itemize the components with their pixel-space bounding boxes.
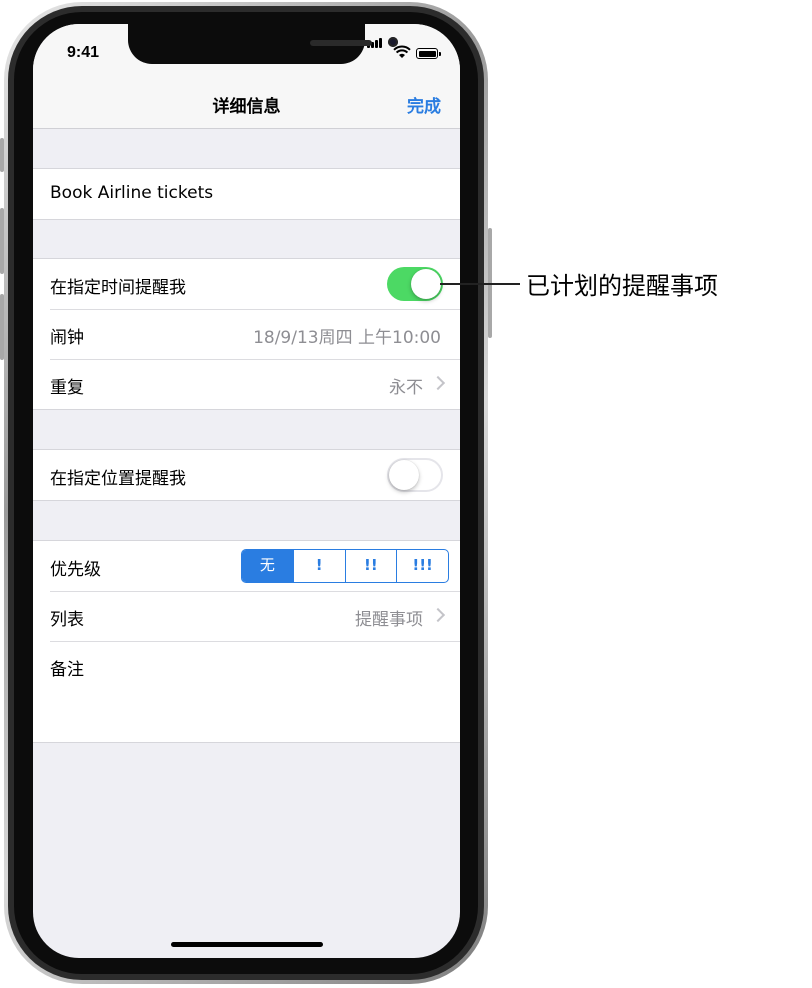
priority-option-medium[interactable]: !!	[344, 550, 397, 582]
alarm-label: 闹钟	[50, 328, 84, 348]
list-row[interactable]: 列表 提醒事项	[33, 591, 460, 641]
speaker-grille	[310, 40, 372, 46]
toggle-knob	[411, 269, 441, 299]
priority-row: 优先级 无 ! !! !!!	[33, 541, 460, 591]
volume-up-button	[0, 208, 4, 274]
repeat-value: 永不	[389, 378, 423, 398]
list-label: 列表	[50, 610, 84, 630]
remind-location-label: 在指定位置提醒我	[50, 469, 186, 489]
notch	[128, 24, 398, 64]
task-title-field[interactable]: Book Airline tickets	[50, 183, 213, 203]
wifi-icon	[393, 45, 411, 58]
battery-icon	[416, 48, 441, 59]
done-button[interactable]: 完成	[407, 92, 441, 117]
home-indicator[interactable]	[171, 942, 323, 947]
remind-time-label: 在指定时间提醒我	[50, 278, 186, 298]
priority-option-none[interactable]: 无	[242, 550, 293, 582]
status-bar: 9:41	[33, 24, 460, 84]
notes-row[interactable]: 备注	[33, 641, 460, 742]
priority-segmented-control[interactable]: 无 ! !! !!!	[241, 549, 449, 583]
notes-label[interactable]: 备注	[50, 655, 84, 680]
front-camera	[388, 37, 398, 47]
remind-time-row: 在指定时间提醒我	[33, 259, 460, 309]
callout-line	[440, 283, 520, 285]
list-value: 提醒事项	[355, 610, 423, 630]
page-title: 详细信息	[212, 97, 281, 117]
location-reminder-group: 在指定位置提醒我	[33, 449, 460, 501]
chevron-right-icon	[430, 607, 446, 623]
phone-screen: 9:41 详细信息 完成 Book Airline tickets 在指定时间提	[33, 24, 460, 958]
task-title-row[interactable]: Book Airline tickets	[33, 169, 460, 219]
volume-down-button	[0, 294, 4, 360]
side-button	[0, 138, 4, 172]
remind-time-toggle[interactable]	[387, 267, 443, 301]
chevron-right-icon	[430, 375, 446, 391]
status-time: 9:41	[67, 44, 100, 61]
priority-option-high[interactable]: !!!	[396, 550, 448, 582]
alarm-row[interactable]: 闹钟 18/9/13周四 上午10:00	[33, 309, 460, 359]
repeat-label: 重复	[50, 378, 84, 398]
time-reminder-group: 在指定时间提醒我 闹钟 18/9/13周四 上午10:00 重复 永不	[33, 258, 460, 410]
task-title-group: Book Airline tickets	[33, 168, 460, 220]
repeat-row[interactable]: 重复 永不	[33, 359, 460, 409]
remind-location-row: 在指定位置提醒我	[33, 450, 460, 500]
callout-label: 已计划的提醒事项	[526, 272, 718, 300]
remind-location-toggle[interactable]	[387, 458, 443, 492]
details-group: 优先级 无 ! !! !!! 列表 提醒事项 备注	[33, 540, 460, 743]
toggle-knob	[389, 460, 419, 490]
alarm-value: 18/9/13周四 上午10:00	[253, 328, 441, 348]
navigation-bar: 详细信息 完成	[33, 84, 460, 129]
priority-label: 优先级	[50, 560, 101, 580]
priority-option-low[interactable]: !	[292, 550, 345, 582]
